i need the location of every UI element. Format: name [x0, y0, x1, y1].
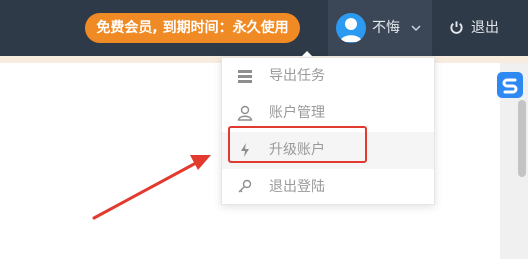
menu-item-label: 退出登陆: [269, 179, 325, 195]
user-icon: [237, 105, 253, 121]
avatar: [336, 13, 366, 43]
menu-item-account-management[interactable]: 账户管理: [222, 95, 434, 132]
menu-item-label: 升级账户: [269, 142, 325, 158]
logout-label: 退出: [471, 20, 499, 36]
chevron-down-icon: [411, 25, 421, 32]
s-logo-icon: [502, 78, 518, 94]
scrollbar-thumb[interactable]: [518, 100, 526, 177]
export-list-icon: [238, 70, 252, 83]
username: 不悔: [372, 20, 400, 36]
floating-app-button[interactable]: [497, 72, 523, 98]
key-icon: [238, 179, 252, 193]
user-menu-trigger[interactable]: 不悔: [328, 0, 432, 56]
top-navigation-bar: 免费会员, 到期时间：永久使用 不悔 退出: [0, 0, 528, 56]
logout-button[interactable]: 退出: [446, 0, 528, 56]
menu-item-upgrade-account[interactable]: 升级账户: [222, 132, 434, 169]
avatar-person-icon: [340, 18, 362, 42]
menu-item-label: 账户管理: [269, 105, 325, 121]
annotation-arrow-head: [190, 155, 211, 170]
menu-item-label: 导出任务: [269, 68, 325, 84]
menu-item-logout[interactable]: 退出登陆: [222, 169, 434, 206]
lightning-icon: [241, 143, 249, 157]
user-dropdown-menu: 导出任务 账户管理 升级账户 退出登陆: [221, 57, 435, 205]
menu-item-export-tasks[interactable]: 导出任务: [222, 58, 434, 95]
annotation-arrow-shaft: [92, 161, 198, 220]
membership-status-badge[interactable]: 免费会员, 到期时间：永久使用: [85, 13, 300, 43]
power-icon: [450, 21, 463, 34]
